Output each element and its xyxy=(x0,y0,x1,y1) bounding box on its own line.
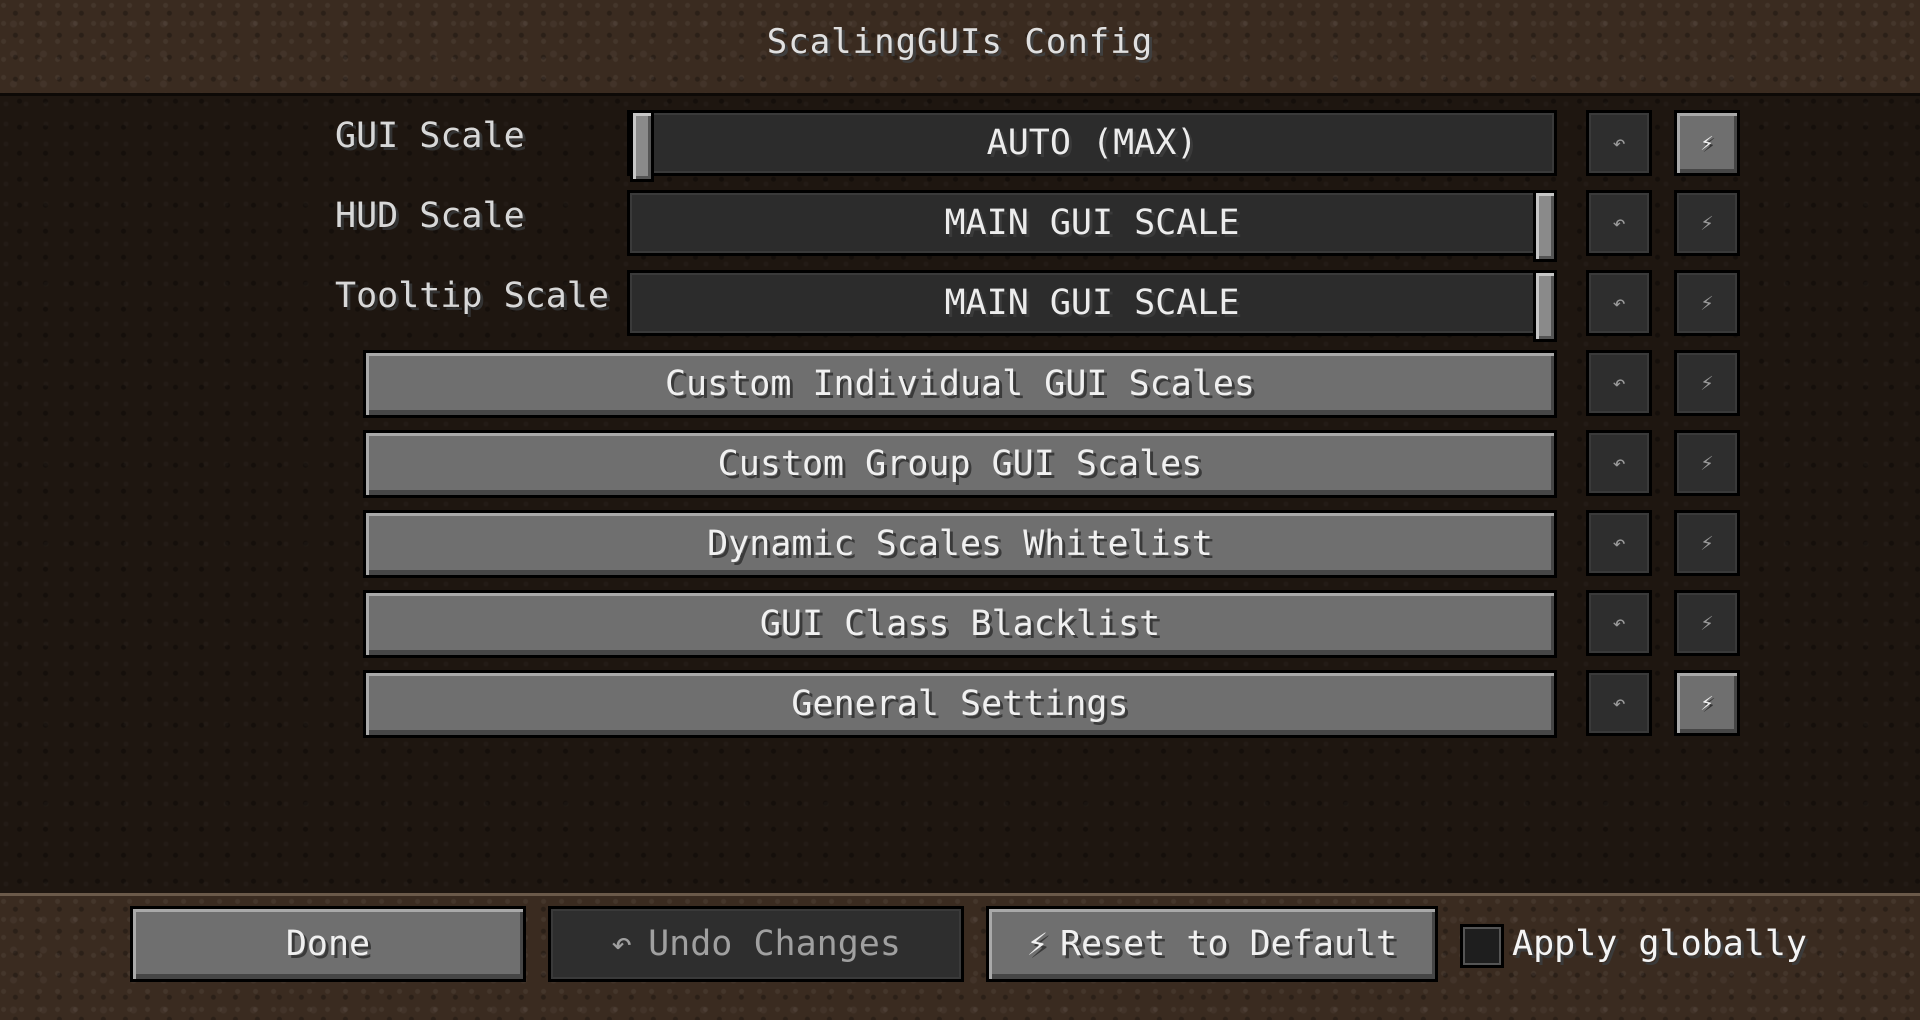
tooltip-scale-slider[interactable]: MAIN GUI SCALE xyxy=(627,270,1557,342)
slider-value: AUTO (MAX) xyxy=(986,123,1198,163)
slider-value: MAIN GUI SCALE xyxy=(944,203,1240,243)
reset-button[interactable]: ⚡︎ xyxy=(1674,110,1740,176)
undo-arrow-icon: ↶ xyxy=(1612,370,1626,396)
undo-arrow-icon: ↶ xyxy=(1612,130,1626,156)
reset-button[interactable]: ⚡︎ xyxy=(1674,190,1740,256)
option-label-hud-scale: HUD Scale xyxy=(335,196,525,236)
reset-button[interactable]: ⚡︎ xyxy=(1674,590,1740,656)
reset-lightning-icon: ⚡︎ xyxy=(1700,130,1714,156)
category-button-dynamic-whitelist[interactable]: Dynamic Scales Whitelist xyxy=(363,510,1557,578)
option-label-tooltip-scale: Tooltip Scale xyxy=(335,276,609,316)
hud-scale-slider[interactable]: MAIN GUI SCALE xyxy=(627,190,1557,262)
undo-button[interactable]: ↶ xyxy=(1586,270,1652,336)
category-button-class-blacklist[interactable]: GUI Class Blacklist xyxy=(363,590,1557,658)
category-button-general-settings[interactable]: General Settings xyxy=(363,670,1557,738)
undo-arrow-icon: ↶ xyxy=(1612,450,1626,476)
undo-button[interactable]: ↶ xyxy=(1586,110,1652,176)
undo-button[interactable]: ↶ xyxy=(1586,430,1652,496)
reset-lightning-icon: ⚡︎ xyxy=(1700,370,1714,396)
undo-changes-button[interactable]: ↶ Undo Changes xyxy=(548,906,964,982)
reset-button[interactable]: ⚡︎ xyxy=(1674,510,1740,576)
reset-button[interactable]: ⚡︎ xyxy=(1674,270,1740,336)
undo-arrow-icon: ↶ xyxy=(1612,210,1626,236)
reset-lightning-icon: ⚡︎ xyxy=(1700,450,1714,476)
undo-button[interactable]: ↶ xyxy=(1586,350,1652,416)
category-button-custom-individual[interactable]: Custom Individual GUI Scales xyxy=(363,350,1557,418)
option-label-gui-scale: GUI Scale xyxy=(335,116,525,156)
undo-button[interactable]: ↶ xyxy=(1586,510,1652,576)
reset-lightning-icon: ⚡︎ xyxy=(1700,690,1714,716)
reset-lightning-icon: ⚡︎ xyxy=(1700,210,1714,236)
undo-button[interactable]: ↶ xyxy=(1586,190,1652,256)
undo-arrow-icon: ↶ xyxy=(1612,290,1626,316)
undo-arrow-icon: ↶ xyxy=(1612,690,1626,716)
reset-button[interactable]: ⚡︎ xyxy=(1674,350,1740,416)
slider-value: MAIN GUI SCALE xyxy=(944,283,1240,323)
reset-lightning-icon: ⚡︎ xyxy=(1026,924,1048,964)
apply-globally-label: Apply globally xyxy=(1512,924,1808,964)
undo-arrow-icon: ↶ xyxy=(611,924,633,964)
reset-to-default-button[interactable]: ⚡︎ Reset to Default xyxy=(986,906,1438,982)
reset-lightning-icon: ⚡︎ xyxy=(1700,290,1714,316)
page-title: ScalingGUIs Config xyxy=(766,22,1154,62)
apply-globally-checkbox[interactable] xyxy=(1460,924,1504,968)
category-button-custom-group[interactable]: Custom Group GUI Scales xyxy=(363,430,1557,498)
reset-button[interactable]: ⚡︎ xyxy=(1674,430,1740,496)
reset-to-default-label: Reset to Default xyxy=(1059,924,1398,964)
undo-button[interactable]: ↶ xyxy=(1586,590,1652,656)
reset-button[interactable]: ⚡︎ xyxy=(1674,670,1740,736)
undo-arrow-icon: ↶ xyxy=(1612,530,1626,556)
reset-lightning-icon: ⚡︎ xyxy=(1700,530,1714,556)
undo-changes-label: Undo Changes xyxy=(648,924,901,964)
undo-arrow-icon: ↶ xyxy=(1612,610,1626,636)
undo-button[interactable]: ↶ xyxy=(1586,670,1652,736)
gui-scale-slider[interactable]: AUTO (MAX) xyxy=(627,110,1557,182)
reset-lightning-icon: ⚡︎ xyxy=(1700,610,1714,636)
done-button[interactable]: Done xyxy=(130,906,526,982)
